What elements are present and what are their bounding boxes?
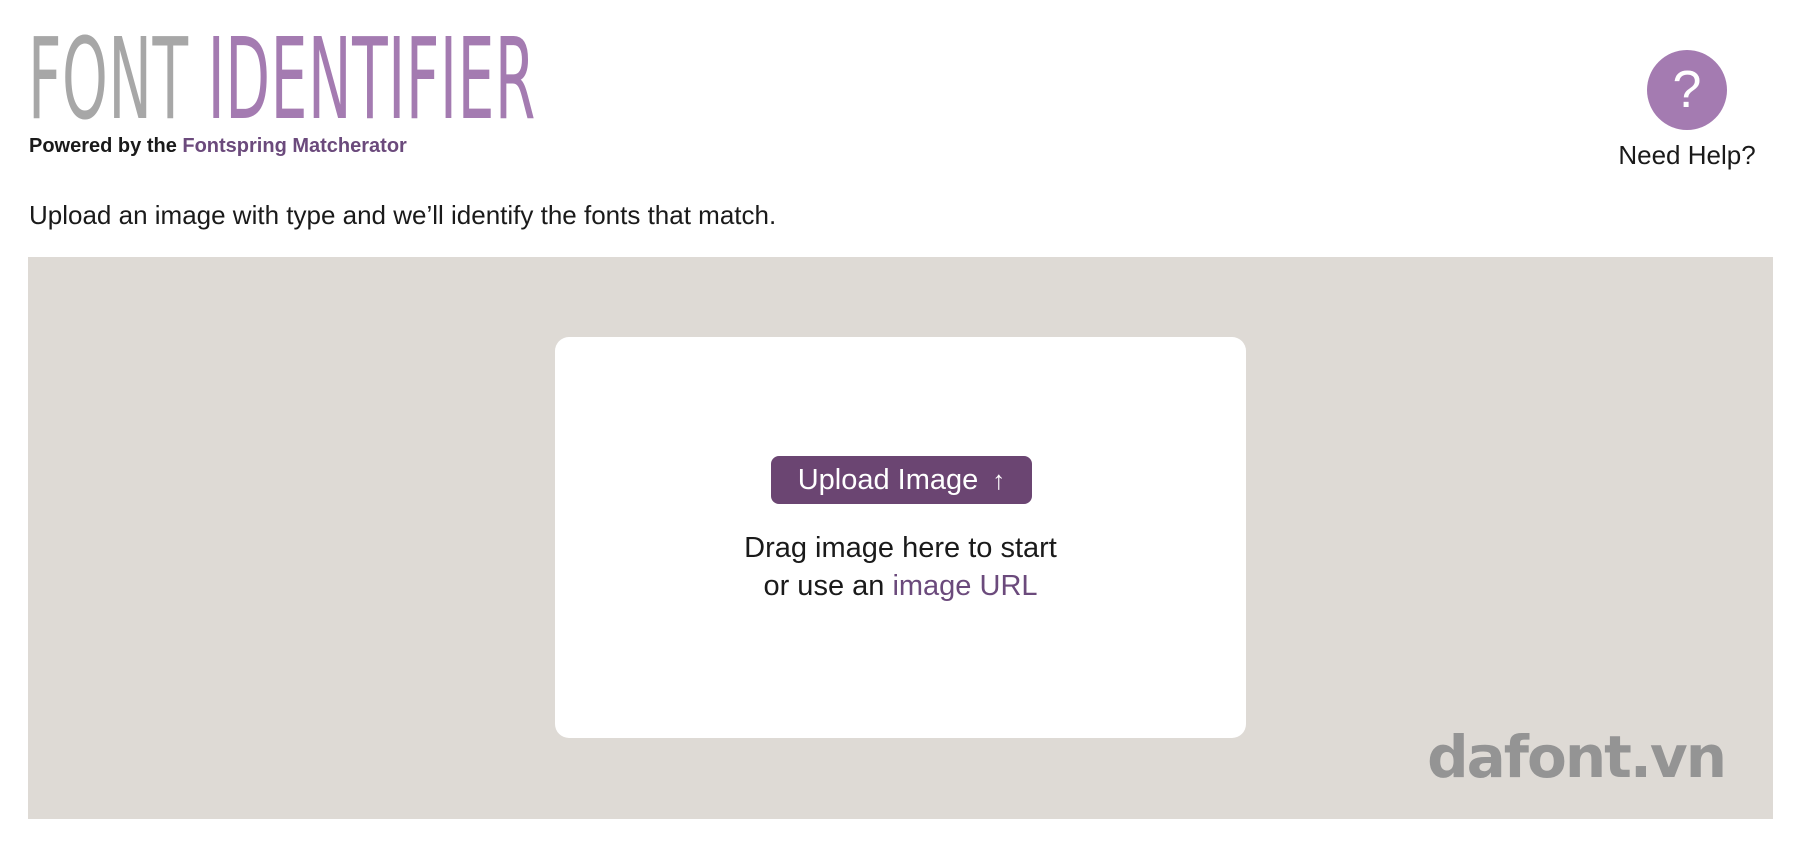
upload-card: Upload Image ↑ Drag image here to start o…: [555, 337, 1246, 738]
upload-image-label: Upload Image: [797, 464, 979, 496]
upload-image-button[interactable]: Upload Image ↑: [771, 456, 1032, 504]
question-mark-icon[interactable]: ?: [1647, 50, 1727, 130]
image-dropzone[interactable]: Upload Image ↑ Drag image here to start o…: [28, 257, 1773, 819]
image-url-link[interactable]: image URL: [892, 570, 1037, 602]
fontspring-matcherator-link[interactable]: Fontspring Matcherator: [182, 135, 406, 157]
powered-by: Powered by the Fontspring Matcherator: [29, 135, 407, 158]
powered-by-prefix: Powered by the: [29, 135, 177, 157]
page-title: FONT IDENTIFIER: [28, 24, 536, 136]
drag-line-1: Drag image here to start: [744, 532, 1057, 564]
title-word-identifier: IDENTIFIER: [207, 15, 536, 145]
page: FONT IDENTIFIER Powered by the Fontsprin…: [0, 0, 1800, 859]
drag-line-2-prefix: or use an: [763, 570, 885, 602]
brand-logo[interactable]: FONT IDENTIFIER: [28, 24, 1005, 136]
need-help-label[interactable]: Need Help?: [1612, 140, 1762, 171]
need-help-button[interactable]: ? Need Help?: [1612, 50, 1762, 171]
upload-arrow-icon: ↑: [992, 465, 1006, 495]
watermark-logo: dafont.vn: [1427, 723, 1727, 791]
tagline: Upload an image with type and we’ll iden…: [29, 200, 777, 230]
title-word-font: FONT: [28, 15, 189, 145]
drag-instructions: Drag image here to start or use an image…: [555, 529, 1246, 605]
drag-line-2: or use an image URL: [555, 567, 1246, 605]
